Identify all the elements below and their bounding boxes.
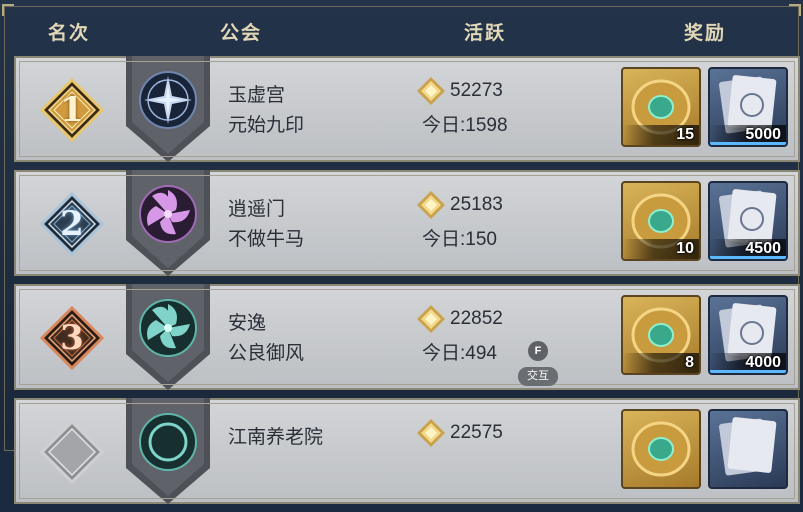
guild-banner — [124, 56, 212, 166]
rank-diamond-icon — [39, 419, 105, 485]
interact-prompt[interactable]: F 交互 — [518, 341, 558, 387]
reward-count: 15 — [676, 126, 694, 143]
reward-count: 5000 — [745, 126, 781, 143]
rank-badge: 1 — [39, 77, 105, 143]
leaderboard-panel: 名次 公会 活跃 奖励 1 玉虚宫 元始九印 52273 今日:1598 15 … — [0, 0, 803, 504]
reward-ticket-item[interactable] — [708, 409, 788, 489]
table-row[interactable]: 1 玉虚宫 元始九印 52273 今日:1598 15 5000 — [14, 56, 800, 162]
reward-ticket-item[interactable]: 5000 — [708, 67, 788, 147]
reward-count: 4000 — [745, 354, 781, 371]
rank-number: 1 — [60, 90, 84, 130]
reward-count: 10 — [676, 240, 694, 257]
header-rank: 名次 — [48, 22, 91, 44]
today-activity: 今日:1598 — [422, 115, 508, 136]
reward-coin-item[interactable]: 15 — [621, 67, 701, 147]
rank-number: 2 — [60, 204, 84, 244]
header-reward: 奖励 — [684, 22, 727, 44]
interact-key-icon[interactable]: F — [528, 341, 548, 361]
activity-value: 52273 — [450, 80, 503, 101]
reward-coin-item[interactable]: 8 — [621, 295, 701, 375]
table-header: 名次 公会 活跃 奖励 — [0, 10, 803, 50]
reward-ticket-item[interactable]: 4500 — [708, 181, 788, 261]
guild-name: 安逸 — [228, 313, 267, 334]
guild-banner — [124, 398, 212, 508]
today-activity: 今日:150 — [422, 229, 497, 250]
rank-number: 3 — [60, 318, 84, 358]
today-activity: 今日:494 — [422, 343, 497, 364]
guild-leader: 不做牛马 — [228, 229, 305, 250]
rank-badge: 2 — [39, 191, 105, 257]
activity-diamond-icon — [417, 419, 445, 447]
activity-diamond-icon — [417, 191, 445, 219]
ticket-icon — [718, 417, 777, 476]
guild-banner — [124, 170, 212, 280]
guild-leader: 元始九印 — [228, 115, 305, 136]
table-row[interactable]: 3 安逸 公良御风 22852 今日:494 8 4000 — [14, 284, 800, 390]
rank-badge: 3 — [39, 305, 105, 371]
reward-count: 4500 — [745, 240, 781, 257]
jade-coin-icon — [631, 421, 691, 477]
interact-label[interactable]: 交互 — [518, 367, 558, 386]
reward-count: 8 — [685, 354, 694, 371]
guild-name: 逍遥门 — [228, 199, 286, 220]
reward-coin-item[interactable]: 10 — [621, 181, 701, 261]
activity-diamond-icon — [417, 305, 445, 333]
reward-ticket-item[interactable]: 4000 — [708, 295, 788, 375]
activity-value: 22852 — [450, 308, 503, 329]
activity-value: 25183 — [450, 194, 503, 215]
guild-name: 玉虚宫 — [228, 85, 286, 106]
header-guild: 公会 — [220, 22, 263, 44]
table-row[interactable]: 江南养老院 22575 — [14, 398, 800, 504]
rank-badge — [39, 419, 105, 485]
guild-leader: 公良御风 — [228, 343, 305, 364]
table-row[interactable]: 2 逍遥门 不做牛马 25183 今日:150 10 4500 — [14, 170, 800, 276]
activity-diamond-icon — [417, 77, 445, 105]
guild-banner — [124, 284, 212, 394]
guild-name: 江南养老院 — [228, 427, 324, 448]
reward-coin-item[interactable] — [621, 409, 701, 489]
header-activity: 活跃 — [464, 22, 507, 44]
